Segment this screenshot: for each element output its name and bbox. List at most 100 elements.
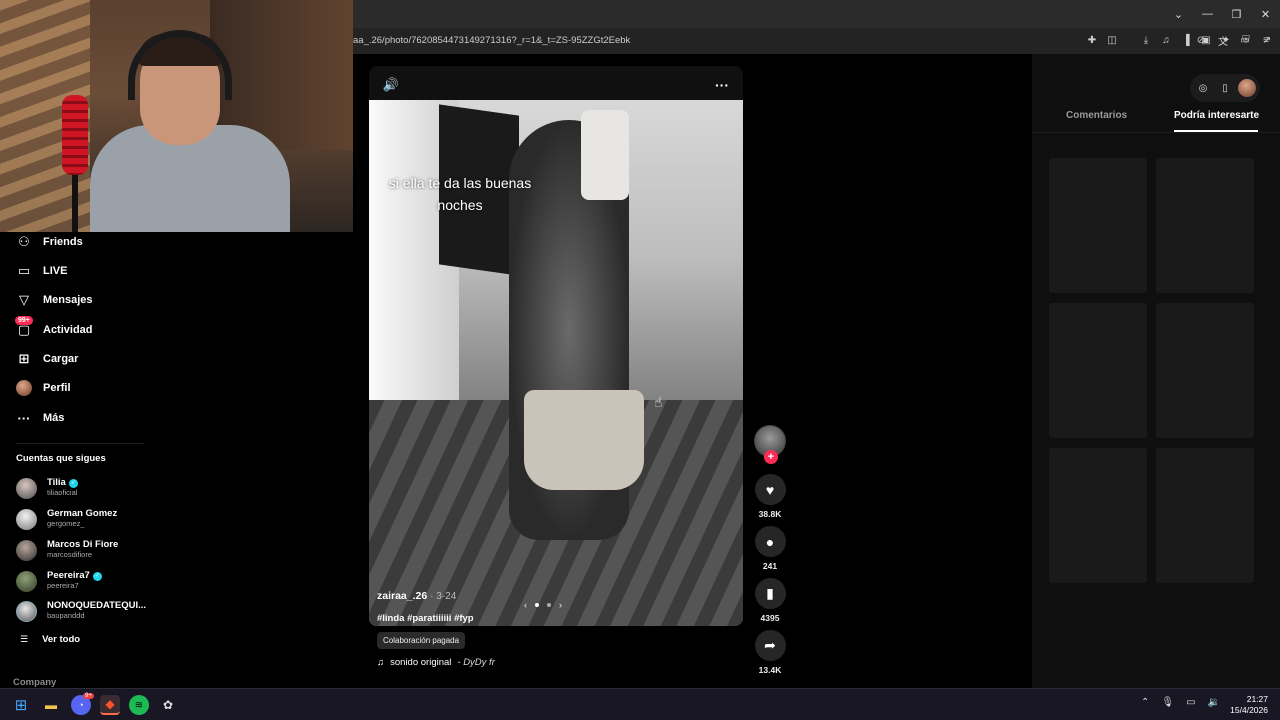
save-button[interactable]: ▮ 4395	[754, 578, 786, 623]
post-viewer[interactable]: si ella te da las buenas noches ‹ › zair…	[369, 66, 743, 626]
nav-more-label: Más	[43, 412, 65, 424]
window-controls: ⌄ — ❐ ✕	[1164, 0, 1280, 28]
network-icon[interactable]: ▭	[1186, 697, 1195, 708]
creator-avatar[interactable]: +	[754, 425, 786, 464]
following-heading: Cuentas que sigues	[16, 453, 106, 464]
mobile-icon[interactable]: ▯	[1216, 79, 1234, 97]
company-link[interactable]: Company	[13, 677, 56, 688]
paid-partnership-badge: Colaboración pagada	[377, 632, 466, 649]
nav-friends[interactable]: ⚇ Friends	[16, 230, 83, 254]
activity-badge: 99+	[15, 316, 33, 325]
volume-icon[interactable]: 🔊	[382, 76, 400, 94]
suggested-video-tile[interactable]	[1156, 303, 1254, 438]
account-handle: baupanddd	[47, 611, 85, 620]
tab-comments[interactable]: Comentarios	[1066, 110, 1127, 121]
verified-icon: ✓	[68, 478, 78, 488]
screenshot-icon[interactable]: ◫	[1104, 32, 1120, 48]
webcam-mic-stand	[72, 175, 78, 232]
spotify-icon[interactable]: ≋	[129, 695, 149, 715]
nav-more[interactable]: ··· Más	[16, 406, 65, 430]
sound-link[interactable]: ♫ sonido original - DyDy fr	[377, 657, 495, 668]
chevron-left-icon[interactable]: ‹	[524, 600, 527, 610]
photo-shorts	[524, 390, 644, 490]
see-all-button[interactable]: ☰ Ver todo	[20, 634, 80, 645]
panel-divider	[1032, 132, 1280, 133]
following-account[interactable]: German Gomez gergomez_	[16, 506, 117, 532]
nav-activity[interactable]: ▢ 99+ Actividad	[15, 316, 93, 342]
wallet-icon[interactable]: ▣	[1198, 32, 1214, 48]
tab-suggested[interactable]: Podría interesarte	[1174, 110, 1259, 121]
restore-button[interactable]: ❐	[1222, 0, 1251, 28]
following-account[interactable]: Tilia ✓ tiliaoficial	[16, 475, 78, 501]
sidebar-icon[interactable]: ▐	[1178, 32, 1194, 48]
post-photo[interactable]: si ella te da las buenas noches ‹ › zair…	[369, 100, 743, 626]
avatar	[16, 508, 37, 530]
avatar[interactable]	[1238, 79, 1256, 97]
post-hashtags[interactable]: #linda #paratiiiiii #fyp	[377, 613, 474, 624]
suggested-video-tile[interactable]	[1049, 158, 1147, 293]
system-clock[interactable]: 21:27 15/4/2026	[1230, 694, 1268, 716]
brave-browser-icon[interactable]: ◆	[100, 695, 120, 715]
nav-upload[interactable]: ⊞ Cargar	[16, 347, 79, 371]
chevron-right-icon[interactable]: ›	[559, 600, 562, 610]
carousel-dot-active[interactable]	[535, 603, 539, 607]
comment-count: 241	[762, 561, 778, 571]
suggested-video-tile[interactable]	[1156, 448, 1254, 583]
nav-upload-label: Cargar	[43, 353, 79, 365]
tab-search-icon[interactable]: ⌄	[1164, 0, 1193, 28]
right-panel: ◎ ▯ Comentarios Podría interesarte	[1032, 54, 1280, 688]
post-username[interactable]: zairaa_.26	[377, 590, 427, 602]
vpn-icon[interactable]: ⛨	[1238, 32, 1254, 48]
activity-icon: ▢ 99+	[15, 316, 33, 338]
menu-icon[interactable]: ≡	[1258, 32, 1274, 48]
compass-icon[interactable]: ◎	[1194, 79, 1212, 97]
verified-icon: ✓	[92, 571, 102, 581]
volume-icon[interactable]: 🔉	[1208, 697, 1220, 708]
heart-icon: ♥	[754, 474, 786, 505]
overlay-line: si ella te da las buenas	[388, 175, 532, 191]
leo-ai-icon[interactable]: ✦	[1218, 32, 1234, 48]
share-button[interactable]: ➦ 13.4K	[754, 630, 786, 675]
nav-messages[interactable]: ▽ Mensajes	[16, 288, 93, 312]
nav-live-label: LIVE	[43, 265, 68, 277]
nav-messages-label: Mensajes	[43, 294, 93, 306]
address-bar: aa_.26/photo/7620854473149271316?_r=1&_t…	[353, 28, 1280, 54]
like-button[interactable]: ♥ 38.8K	[754, 474, 786, 519]
avatar	[16, 539, 37, 561]
post-caption: zairaa_.26 · 3-24	[377, 590, 456, 602]
chatgpt-icon[interactable]: ✿	[158, 695, 178, 715]
follow-plus-icon[interactable]: +	[764, 450, 778, 464]
nav-live[interactable]: ▭ LIVE	[16, 259, 68, 283]
microphone-icon[interactable]: 🎙	[1161, 697, 1174, 708]
following-account[interactable]: Marcos Di Fiore marcosdifiore	[16, 537, 118, 563]
url-field[interactable]: aa_.26/photo/7620854473149271316?_r=1&_t…	[353, 31, 973, 51]
account-handle: peereira7	[47, 581, 79, 590]
following-account[interactable]: NONOQUEDATEQUI... baupanddd	[16, 598, 146, 624]
comment-button[interactable]: ● 241	[754, 526, 786, 571]
nav-profile-label: Perfil	[43, 382, 71, 394]
minimize-button[interactable]: —	[1193, 0, 1222, 28]
toolbar-icons: ✚ ◫ ⤓ ♫ ▐ ▣ ✦ ⛨ ≡	[1084, 32, 1274, 48]
suggested-video-tile[interactable]	[1156, 158, 1254, 293]
close-button[interactable]: ✕	[1251, 0, 1280, 28]
comment-icon: ●	[754, 526, 786, 557]
friends-icon: ⚇	[18, 234, 30, 249]
media-icon[interactable]: ♫	[1158, 32, 1174, 48]
messages-icon: ▽	[19, 292, 29, 307]
more-options-icon[interactable]: ···	[713, 76, 731, 94]
download-icon[interactable]: ⤓	[1138, 32, 1154, 48]
chevron-up-icon[interactable]: ⌃	[1141, 697, 1149, 708]
system-tray: ⌃ 🎙 ▭ 🔉	[1141, 697, 1220, 708]
avatar	[16, 570, 37, 592]
extensions-icon[interactable]: ✚	[1084, 32, 1100, 48]
file-explorer-icon[interactable]: ▬	[41, 695, 61, 715]
post-date: · 3-24	[430, 591, 457, 602]
following-account[interactable]: Peereira7 ✓ peereira7	[16, 568, 102, 594]
carousel-dot[interactable]	[547, 603, 551, 607]
clock-time: 21:27	[1246, 694, 1268, 704]
suggested-video-tile[interactable]	[1049, 303, 1147, 438]
windows-start-icon[interactable]: ⊞	[11, 695, 31, 715]
suggested-video-tile[interactable]	[1049, 448, 1147, 583]
nav-profile[interactable]: Perfil	[16, 376, 71, 400]
webcam-overlay	[0, 0, 353, 232]
